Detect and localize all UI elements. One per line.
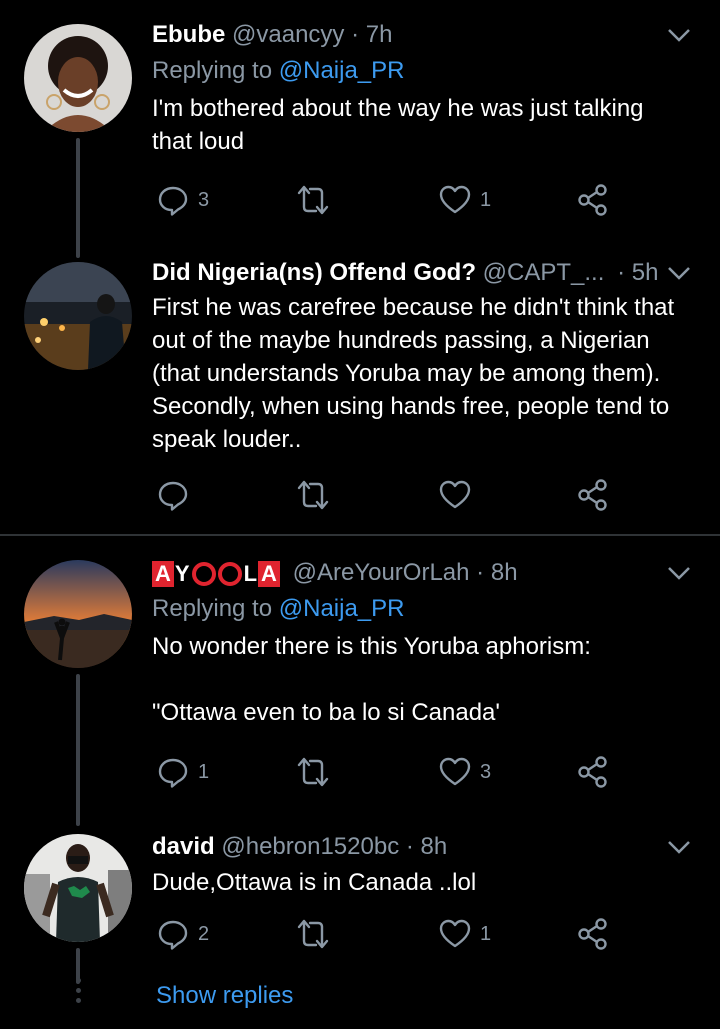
reply-button[interactable]: 3 — [156, 180, 209, 220]
replying-prefix: Replying to — [152, 595, 273, 622]
display-name[interactable]: Did Nigeria(ns) Offend God? — [152, 259, 476, 286]
show-replies-link[interactable]: Show replies — [156, 982, 293, 1010]
separator: · — [617, 259, 626, 286]
tweet-text: I'm bothered about the way he was just t… — [152, 95, 651, 155]
thread-line — [76, 674, 80, 826]
display-name[interactable]: A Y L A — [152, 561, 280, 587]
like-icon — [438, 478, 472, 512]
reply-count: 3 — [198, 188, 210, 211]
display-name[interactable]: david — [152, 833, 215, 860]
user-handle[interactable]: @vaancyy — [232, 21, 344, 48]
share-button[interactable] — [576, 914, 610, 954]
chevron-down-icon[interactable] — [666, 22, 692, 48]
reply-icon — [156, 755, 190, 789]
like-button[interactable]: 3 — [438, 752, 491, 792]
reply-button[interactable] — [156, 475, 198, 515]
user-handle[interactable]: @hebron1520bc — [221, 833, 399, 860]
like-icon — [438, 755, 472, 789]
separator: · — [351, 21, 360, 48]
retweet-button[interactable] — [296, 752, 330, 792]
mention-link[interactable]: @Naija_PR — [279, 57, 405, 84]
share-button[interactable] — [576, 752, 610, 792]
user-handle[interactable]: @CAPT_... — [483, 259, 605, 286]
thread-dots — [74, 978, 82, 1008]
avatar[interactable] — [24, 560, 132, 668]
retweet-icon — [296, 917, 330, 951]
tweet-text: No wonder there is this Yoruba aphorism:… — [152, 633, 591, 726]
chevron-down-icon[interactable] — [666, 560, 692, 586]
tweet-actions: 2 1 — [152, 914, 632, 954]
like-icon — [438, 917, 472, 951]
retweet-button[interactable] — [296, 180, 330, 220]
replying-prefix: Replying to — [152, 57, 273, 84]
avatar[interactable] — [24, 834, 132, 942]
reply-icon — [156, 917, 190, 951]
reply-icon — [156, 183, 190, 217]
brand-ring-o — [217, 562, 242, 586]
tweet-text: First he was carefree because he didn't … — [152, 294, 681, 453]
reply-icon — [156, 478, 190, 512]
tweet-header: david @hebron1520bc · 8h — [152, 832, 700, 862]
reply-count: 2 — [198, 922, 210, 945]
share-button[interactable] — [576, 180, 610, 220]
retweet-button[interactable] — [296, 475, 330, 515]
reply-count: 1 — [198, 760, 210, 783]
user-handle[interactable]: @AreYourOrLah — [293, 559, 470, 586]
like-button[interactable]: 1 — [438, 914, 491, 954]
tweet[interactable]: A Y L A @AreYourOrLah · 8h Replying to @… — [0, 536, 720, 826]
tweet-actions: 1 3 — [152, 752, 632, 792]
separator: · — [405, 833, 414, 860]
share-icon — [576, 917, 610, 951]
replying-to: Replying to @Naija_PR — [152, 592, 700, 626]
retweet-icon — [296, 755, 330, 789]
share-icon — [576, 478, 610, 512]
thread-line — [76, 138, 80, 258]
share-icon — [576, 755, 610, 789]
tweet-actions — [152, 475, 632, 515]
like-button[interactable] — [438, 475, 472, 515]
replying-to: Replying to @Naija_PR — [152, 54, 700, 88]
tweet[interactable]: david @hebron1520bc · 8h Dude,Ottawa is … — [0, 826, 720, 1029]
tweet-header: Ebube @vaancyy · 7h — [152, 20, 700, 50]
tweet-actions: 3 1 — [152, 180, 632, 220]
tweet-header: A Y L A @AreYourOrLah · 8h — [152, 558, 700, 588]
like-count: 1 — [480, 188, 492, 211]
like-icon — [438, 183, 472, 217]
timestamp[interactable]: 7h — [366, 21, 393, 48]
timestamp[interactable]: 8h — [491, 559, 518, 586]
retweet-icon — [296, 478, 330, 512]
chevron-down-icon[interactable] — [666, 260, 692, 286]
chevron-down-icon[interactable] — [666, 834, 692, 860]
brand-ring-o — [191, 562, 216, 586]
tweet[interactable]: Did Nigeria(ns) Offend God? @CAPT_... · … — [0, 250, 720, 535]
avatar[interactable] — [24, 262, 132, 370]
like-count: 3 — [480, 760, 492, 783]
retweet-button[interactable] — [296, 914, 330, 954]
reply-button[interactable]: 2 — [156, 914, 209, 954]
tweet-text: Dude,Ottawa is in Canada ..lol — [152, 869, 477, 896]
share-icon — [576, 183, 610, 217]
reply-button[interactable]: 1 — [156, 752, 209, 792]
mention-link[interactable]: @Naija_PR — [279, 595, 405, 622]
timestamp[interactable]: 8h — [421, 833, 448, 860]
like-button[interactable]: 1 — [438, 180, 491, 220]
avatar[interactable] — [24, 24, 132, 132]
timestamp[interactable]: 5h — [632, 259, 659, 286]
retweet-icon — [296, 183, 330, 217]
separator: · — [476, 559, 485, 586]
display-name[interactable]: Ebube — [152, 21, 225, 48]
tweet-header: Did Nigeria(ns) Offend God? @CAPT_... · … — [152, 258, 700, 288]
share-button[interactable] — [576, 475, 610, 515]
tweet[interactable]: Ebube @vaancyy · 7h Replying to @Naija_P… — [0, 0, 720, 258]
like-count: 1 — [480, 922, 492, 945]
